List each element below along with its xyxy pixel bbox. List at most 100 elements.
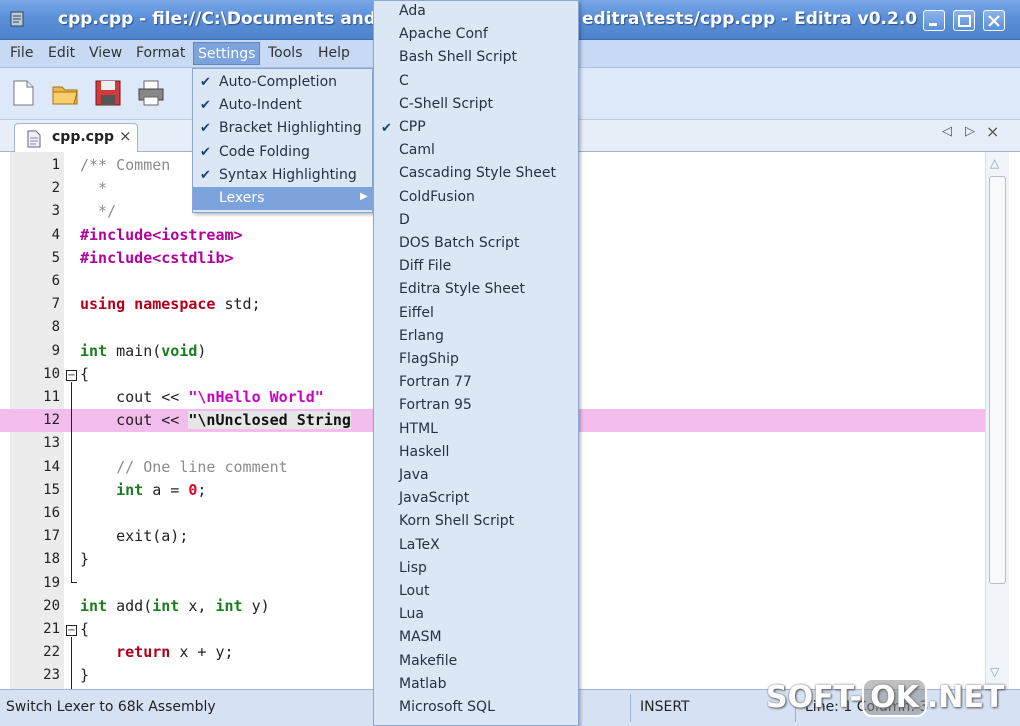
tab-list-close-icon[interactable]: × — [986, 122, 999, 141]
menu-edit[interactable]: Edit — [44, 44, 79, 62]
code-token: ; — [197, 480, 207, 499]
new-file-icon[interactable] — [8, 78, 38, 108]
menu-tools[interactable]: Tools — [264, 44, 307, 62]
lexer-item-label: Haskell — [399, 443, 450, 460]
lexer-item-label: C — [399, 72, 409, 89]
lexer-item[interactable]: Fortran 77 — [374, 372, 578, 395]
lexer-item-label: Ada — [399, 3, 426, 19]
line-number: 1 — [51, 157, 60, 173]
lexer-item[interactable]: FlagShip — [374, 349, 578, 372]
lexer-item[interactable]: Editra Style Sheet — [374, 279, 578, 302]
lexer-item[interactable]: C-Shell Script — [374, 94, 578, 117]
lexer-item[interactable]: C — [374, 71, 578, 94]
settings-item[interactable]: ✔ Bracket Highlighting — [193, 117, 372, 140]
tab-next-icon[interactable]: ▷ — [965, 124, 975, 139]
lexer-item[interactable]: Haskell — [374, 442, 578, 465]
code-token: * — [80, 179, 108, 198]
settings-item[interactable]: ✔ Auto-Indent — [193, 94, 372, 117]
settings-item[interactable]: ✔ Syntax Highlighting — [193, 164, 372, 187]
lexer-item-label: DOS Batch Script — [399, 235, 520, 251]
status-divider — [630, 694, 631, 722]
lexer-item[interactable]: Erlang — [374, 326, 578, 349]
maximize-button[interactable] — [953, 10, 975, 31]
close-button[interactable] — [983, 10, 1005, 31]
lexer-item[interactable]: Lua — [374, 604, 578, 627]
menu-format[interactable]: Format — [132, 44, 189, 62]
lexer-item[interactable]: ColdFusion — [374, 187, 578, 210]
code-token: cout << — [80, 388, 189, 406]
lexer-item[interactable]: Bash Shell Script — [374, 47, 578, 70]
line-number: 19 — [43, 574, 60, 591]
minimize-button[interactable] — [923, 10, 945, 31]
settings-item[interactable]: Lexers ▶ — [193, 187, 372, 210]
lexers-submenu: Ada Apache Conf Bash Shell Script C C-Shell … — [373, 0, 579, 726]
fold-toggle-main[interactable]: − — [66, 370, 77, 381]
line-number: 9 — [51, 342, 60, 359]
lexer-item[interactable]: DOS Batch Script — [374, 233, 578, 256]
lexer-item[interactable]: Diff File — [374, 256, 578, 279]
lexer-item-label: FlagShip — [399, 351, 459, 367]
lexer-item[interactable]: JavaScript — [374, 488, 578, 511]
tab-cpp-cpp[interactable]: cpp.cpp × — [14, 123, 138, 152]
lexer-item-label: MASM — [399, 629, 442, 646]
lexer-item[interactable]: HTML — [374, 419, 578, 442]
lexer-item[interactable]: Ada — [374, 1, 578, 24]
line-number: 18 — [43, 551, 60, 568]
lexer-item[interactable]: Fortran 95 — [374, 395, 578, 418]
line-number: 12 — [43, 412, 60, 429]
lexer-item[interactable]: Lisp — [374, 558, 578, 581]
tab-close-icon[interactable]: × — [119, 127, 132, 145]
tab-prev-icon[interactable]: ◁ — [942, 124, 952, 139]
menu-help[interactable]: Help — [314, 44, 354, 62]
fold-guide-end — [71, 582, 77, 583]
save-icon[interactable] — [93, 78, 123, 108]
lexer-item[interactable]: LaTeX — [374, 535, 578, 558]
code-token: } — [80, 666, 90, 685]
settings-item[interactable]: ✔ Auto-Completion — [193, 71, 372, 94]
scroll-thumb[interactable] — [989, 176, 1006, 584]
line-number: 6 — [51, 273, 60, 289]
settings-item-label: Bracket Highlighting — [219, 120, 362, 137]
code-text: /** Commen — [80, 156, 170, 174]
editra-app-icon — [10, 11, 24, 27]
lexer-item[interactable]: Apache Conf — [374, 24, 578, 47]
lexer-item[interactable]: Lout — [374, 581, 578, 604]
lexer-item-label: CPP — [399, 119, 426, 135]
lexer-item[interactable]: Matlab — [374, 674, 578, 697]
line-number: 7 — [51, 296, 60, 313]
scroll-up-icon[interactable]: △ — [990, 156, 999, 170]
code-token: x, — [179, 596, 216, 615]
lexer-item-label: Korn Shell Script — [399, 513, 515, 530]
code-token: add( — [107, 596, 153, 615]
code-token: "\nHello World" — [188, 388, 324, 406]
code-text: #include<cstdlib> — [80, 249, 234, 267]
code-text: cout << "\nUnclosed String — [80, 411, 351, 430]
vertical-scrollbar[interactable]: △ ▽ — [985, 152, 1009, 689]
code-text: } — [80, 666, 89, 684]
menu-file[interactable]: File — [6, 44, 37, 62]
scroll-down-icon[interactable]: ▽ — [990, 665, 999, 679]
lexer-item[interactable]: MASM — [374, 627, 578, 650]
lexer-item[interactable]: ✔ CPP — [374, 117, 578, 140]
settings-item[interactable]: ✔ Code Folding — [193, 141, 372, 164]
fold-toggle-add[interactable]: − — [66, 625, 77, 636]
code-text: } — [80, 550, 89, 568]
lexer-item[interactable]: Cascading Style Sheet — [374, 163, 578, 186]
menu-settings[interactable]: Settings — [193, 42, 261, 65]
print-icon[interactable] — [136, 78, 166, 108]
lexer-item[interactable]: Korn Shell Script — [374, 511, 578, 534]
lexer-item[interactable]: Caml — [374, 140, 578, 163]
code-text: cout << "\nHello World" — [80, 388, 324, 406]
lexer-item-label: Matlab — [399, 675, 447, 692]
lexer-item[interactable]: Makefile — [374, 651, 578, 674]
code-token: a = — [143, 480, 189, 499]
lexer-item[interactable]: Java — [374, 465, 578, 488]
lexer-item[interactable]: Eiffel — [374, 303, 578, 326]
code-token: // One line comment — [80, 457, 288, 476]
document-icon — [27, 130, 41, 148]
lexer-item[interactable]: Microsoft SQL — [374, 697, 578, 720]
lexer-item[interactable]: D — [374, 210, 578, 233]
lexer-item-label: Lout — [399, 583, 430, 599]
open-folder-icon[interactable] — [50, 78, 80, 108]
menu-view[interactable]: View — [85, 44, 126, 62]
